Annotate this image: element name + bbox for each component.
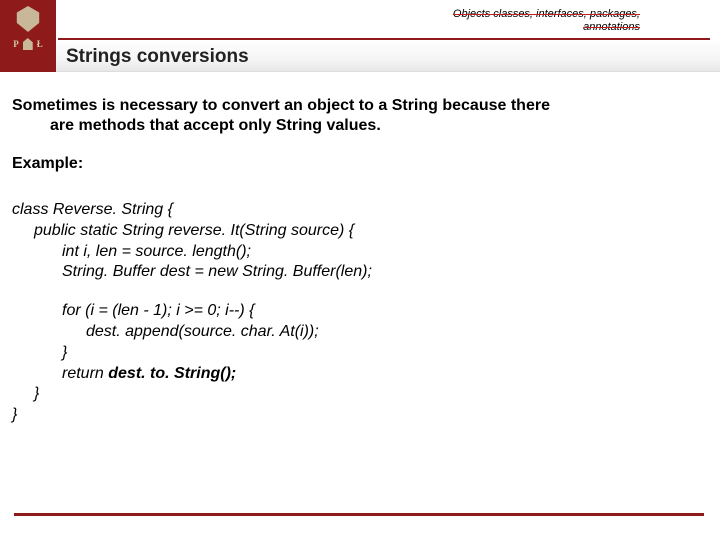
logo-letter-left: P [13,39,19,49]
page-title: Strings conversions [66,46,249,68]
intro-line1: Sometimes is necessary to convert an obj… [12,97,550,114]
intro-line2: are methods that accept only String valu… [12,116,704,136]
example-label: Example: [12,154,704,174]
intro-paragraph: Sometimes is necessary to convert an obj… [12,96,704,136]
breadcrumb-line2: annotations [583,21,640,33]
code-line: } [12,406,17,423]
divider-top [58,38,710,40]
code-line: } [12,384,704,405]
code-line: return dest. to. String(); [12,364,704,385]
logo-letters: P Ł [13,38,43,50]
breadcrumb: Objects classes, interfaces, packages, a… [453,8,640,34]
code-line: String. Buffer dest = new String. Buffer… [12,262,704,283]
code-line: for (i = (len - 1); i >= 0; i--) { [12,301,704,322]
university-emblem-icon [14,6,42,32]
code-line: dest. append(source. char. At(i)); [12,322,704,343]
logo-letter-right: Ł [37,39,43,49]
divider-bottom [14,513,704,516]
code-line: } [12,343,704,364]
blank-line [12,283,704,301]
code-line: public static String reverse. It(String … [12,221,704,242]
code-line: int i, len = source. length(); [12,242,704,263]
title-bar: Strings conversions [56,42,720,72]
code-emphasis: dest. to. String(); [108,365,236,382]
breadcrumb-line1: Objects classes, interfaces, packages, [453,8,640,20]
code-line: class Reverse. String { [12,201,173,218]
logo-crest-icon [23,38,33,50]
code-block: class Reverse. String { public static St… [12,200,704,426]
slide-content: Sometimes is necessary to convert an obj… [12,96,704,426]
logo-block: P Ł [0,0,56,72]
